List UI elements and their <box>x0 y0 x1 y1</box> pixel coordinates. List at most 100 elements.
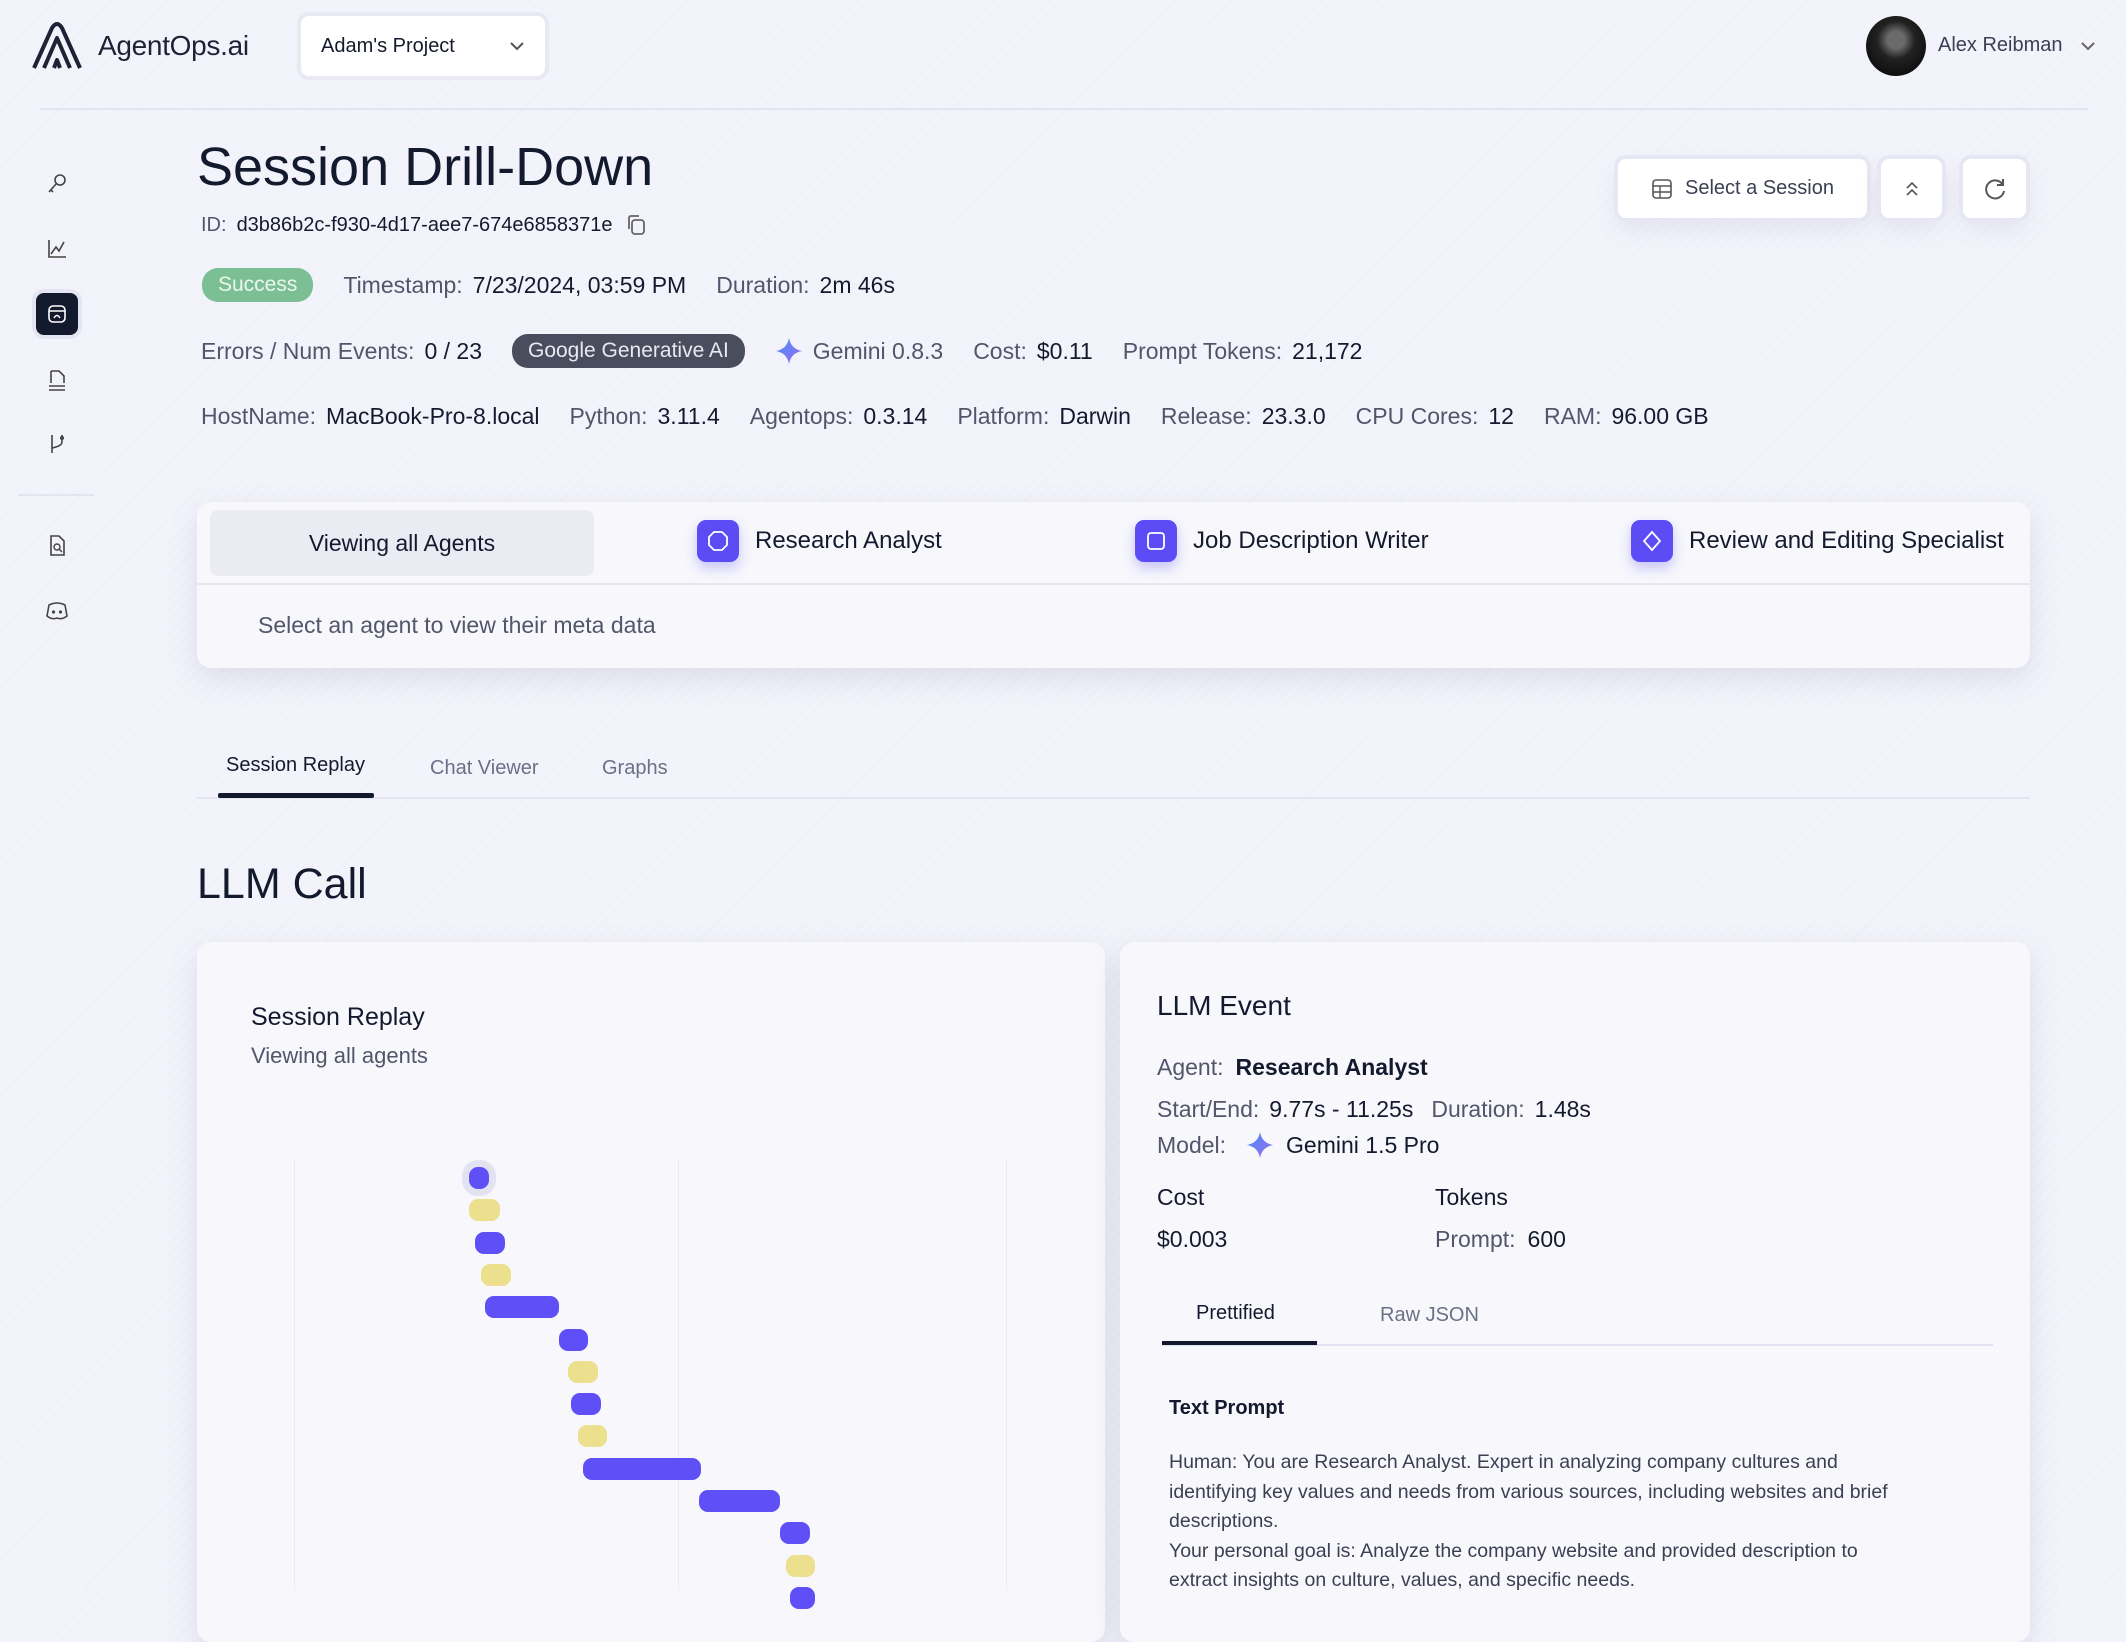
refresh-button[interactable] <box>1963 159 2026 218</box>
page-title: Session Drill-Down <box>197 137 654 197</box>
sdk-version: Gemini 0.8.3 <box>812 337 944 364</box>
prompt-line: descriptions. <box>1169 1510 1279 1532</box>
tabs-divider <box>197 797 2030 799</box>
llm-event-bar[interactable] <box>570 1393 601 1416</box>
docs-icon[interactable] <box>36 360 78 402</box>
key-icon[interactable] <box>36 163 78 205</box>
status-row: Success Timestamp: 7/23/2024, 03:59 PM Du… <box>202 268 925 302</box>
model-label: Model: <box>1157 1131 1227 1158</box>
chevron-down-icon[interactable] <box>2080 40 2096 52</box>
collapse-button[interactable] <box>1881 159 1942 218</box>
timestamp-value: 7/23/2024, 03:59 PM <box>472 271 687 298</box>
gemini-icon <box>775 338 802 364</box>
agent-research-analyst[interactable]: Research Analyst <box>697 520 942 562</box>
timestamp-label: Timestamp: <box>343 271 463 298</box>
llm-event-bar[interactable] <box>558 1328 589 1351</box>
tool-event-bar[interactable] <box>481 1263 512 1286</box>
section-title: LLM Call <box>197 860 367 908</box>
event-duration-value: 1.48s <box>1534 1096 1591 1122</box>
llm-event-bar[interactable] <box>468 1167 490 1189</box>
python-label: Python: <box>569 403 648 429</box>
tool-event-bar[interactable] <box>577 1425 608 1448</box>
ram-label: RAM: <box>1543 403 1602 429</box>
prompt-tokens-value: 21,172 <box>1292 337 1363 364</box>
python-value: 3.11.4 <box>657 403 720 429</box>
agent-review-and-editing-specialist[interactable]: Review and Editing Specialist <box>1631 520 2004 562</box>
event-timing-row: Start/End: 9.77s - 11.25s Duration: 1.48s <box>1157 1096 1591 1123</box>
llm-event-bar[interactable] <box>485 1296 559 1319</box>
tool-event-bar[interactable] <box>468 1199 501 1222</box>
tokens-heading: Tokens <box>1435 1184 1508 1210</box>
discord-icon[interactable] <box>36 590 78 632</box>
table-icon <box>1652 178 1672 199</box>
llm-event-bar[interactable] <box>474 1231 506 1254</box>
tool-event-bar[interactable] <box>568 1360 598 1383</box>
chart-icon[interactable] <box>36 228 78 270</box>
refresh-icon <box>1984 178 2005 199</box>
project-name: Adam's Project <box>321 34 455 57</box>
project-dropdown[interactable]: Adam's Project <box>301 16 545 76</box>
agentops-value: 0.3.14 <box>863 403 928 429</box>
platform-value: Darwin <box>1059 403 1131 429</box>
tab-graphs[interactable]: Graphs <box>602 757 668 780</box>
prompt-line: identifying key values and needs from va… <box>1169 1480 1888 1503</box>
event-cost: $0.003 <box>1157 1226 1228 1252</box>
agentops-label: Agentops: <box>749 403 854 429</box>
usage-row: Errors / Num Events: 0 / 23 Google Genera… <box>201 334 1392 368</box>
tool-event-bar[interactable] <box>786 1554 815 1577</box>
llm-event-bar[interactable] <box>790 1586 815 1609</box>
agent-value: Research Analyst <box>1235 1054 1428 1080</box>
cost-label: Cost: <box>973 337 1027 364</box>
status-badge: Success <box>202 268 314 302</box>
tab-prettified[interactable]: Prettified <box>1196 1302 1275 1325</box>
host-label: HostName: <box>201 403 317 429</box>
provider-badge: Google Generative AI <box>511 334 745 368</box>
session-id-row: ID: d3b86b2c-f930-4d17-aee7-674e6858371e <box>201 212 650 238</box>
errors-value: 0 / 23 <box>424 337 482 364</box>
duration-label: Duration: <box>716 271 810 298</box>
cost-heading: Cost <box>1157 1184 1205 1210</box>
model-value: Gemini 1.5 Pro <box>1286 1131 1440 1158</box>
brand-name[interactable]: AgentOps.ai <box>98 30 249 62</box>
agent-name: Review and Editing Specialist <box>1689 527 2004 554</box>
host-value: MacBook-Pro-8.local <box>326 403 540 429</box>
agents-divider <box>197 583 2030 585</box>
llm-event-bar[interactable] <box>779 1522 810 1545</box>
git-branch-icon[interactable] <box>36 423 78 465</box>
id-label: ID: <box>201 213 227 236</box>
copy-icon[interactable] <box>624 212 650 238</box>
llm-event-bar[interactable] <box>699 1490 780 1512</box>
chevrons-up-icon <box>1905 181 1918 196</box>
errors-label: Errors / Num Events: <box>201 337 415 364</box>
release-value: 23.3.0 <box>1261 403 1326 429</box>
select-session-button[interactable]: Select a Session <box>1618 159 1867 218</box>
prompt-heading: Text Prompt <box>1169 1397 1285 1419</box>
startend-value: 9.77s - 11.25s <box>1269 1096 1414 1122</box>
avatar[interactable] <box>1866 16 1926 76</box>
tab-chat-viewer[interactable]: Chat Viewer <box>430 757 539 780</box>
event-model-row: Model: Gemini 1.5 Pro <box>1157 1131 1439 1159</box>
prompt-tokens-label: Prompt Tokens: <box>1122 337 1283 364</box>
agentops-logo-icon[interactable] <box>30 22 84 72</box>
viewing-all-agents-tab[interactable]: Viewing all Agents <box>210 510 594 576</box>
agent-job-description-writer[interactable]: Job Description Writer <box>1135 520 1429 562</box>
select-session-label: Select a Session <box>1685 177 1834 199</box>
active-tab-indicator <box>1162 1341 1317 1345</box>
session-icon[interactable] <box>36 293 78 335</box>
llm-event-bar[interactable] <box>583 1457 702 1480</box>
tab-session-replay[interactable]: Session Replay <box>226 754 365 777</box>
replay-subtitle: Viewing all agents <box>251 1043 428 1068</box>
user-name[interactable]: Alex Reibman <box>1938 34 2063 57</box>
file-search-icon[interactable] <box>36 525 78 567</box>
prompt-line: extract insights on culture, values, and… <box>1169 1569 1636 1591</box>
ram-value: 96.00 GB <box>1611 403 1709 429</box>
agents-hint: Select an agent to view their meta data <box>258 612 656 638</box>
agent-label: Agent: <box>1157 1054 1224 1080</box>
cost-value: $0.11 <box>1036 337 1093 364</box>
replay-title: Session Replay <box>251 1003 425 1031</box>
chevron-down-icon <box>510 42 524 51</box>
prompt-line: Human: You are Research Analyst. Expert … <box>1169 1451 1838 1473</box>
event-tokens-row: Prompt: 600 <box>1435 1226 1566 1253</box>
tab-raw-json[interactable]: Raw JSON <box>1380 1304 1479 1327</box>
release-label: Release: <box>1160 403 1252 429</box>
